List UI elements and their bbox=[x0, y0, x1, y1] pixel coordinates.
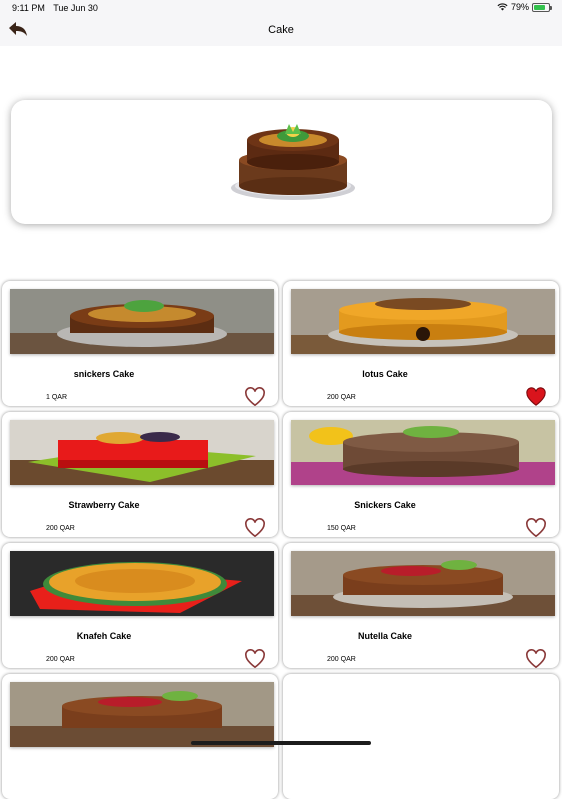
product-image bbox=[291, 289, 555, 354]
product-name: snickers Cake bbox=[73, 369, 135, 379]
product-card[interactable] bbox=[283, 674, 559, 799]
product-name: Knafeh Cake bbox=[76, 631, 132, 641]
favorite-heart-icon[interactable] bbox=[525, 387, 547, 406]
status-bar: 9:11 PM Tue Jun 30 79% bbox=[0, 0, 562, 16]
product-price: 200 QAR bbox=[327, 394, 356, 401]
product-card[interactable]: Knafeh Cake 200 QAR bbox=[2, 543, 278, 668]
product-price: 200 QAR bbox=[46, 525, 75, 532]
featured-cake-banner bbox=[11, 100, 552, 224]
product-image bbox=[10, 289, 274, 354]
product-image bbox=[291, 551, 555, 616]
favorite-heart-icon[interactable] bbox=[525, 518, 547, 537]
product-image bbox=[10, 682, 274, 747]
product-price: 200 QAR bbox=[327, 656, 356, 663]
product-price: 1 QAR bbox=[46, 394, 68, 401]
favorite-heart-icon[interactable] bbox=[244, 649, 266, 668]
home-indicator[interactable] bbox=[191, 741, 371, 745]
product-name: lotus Cake bbox=[362, 369, 408, 379]
product-card[interactable]: snickers Cake 1 QAR bbox=[2, 281, 278, 406]
product-name: Strawberry Cake bbox=[68, 500, 140, 510]
navigation-bar: Cake bbox=[0, 16, 562, 46]
page-title: Cake bbox=[268, 24, 294, 36]
battery-icon bbox=[532, 2, 552, 12]
product-price: 200 QAR bbox=[46, 656, 75, 663]
product-name: Snickers Cake bbox=[354, 500, 416, 510]
product-card[interactable]: Strawberry Cake 200 QAR bbox=[2, 412, 278, 537]
status-date: Tue Jun 30 bbox=[53, 3, 98, 13]
product-image bbox=[10, 420, 274, 485]
product-image bbox=[10, 551, 274, 616]
product-image bbox=[291, 420, 555, 485]
product-price: 150 QAR bbox=[327, 525, 356, 532]
favorite-heart-icon[interactable] bbox=[244, 518, 266, 537]
product-name: Nutella Cake bbox=[357, 631, 413, 641]
status-time: 9:11 PM bbox=[12, 3, 45, 13]
favorite-heart-icon[interactable] bbox=[244, 387, 266, 406]
product-card[interactable]: Snickers Cake 150 QAR bbox=[283, 412, 559, 537]
favorite-heart-icon[interactable] bbox=[525, 649, 547, 668]
featured-cake-image bbox=[231, 124, 355, 200]
product-card[interactable]: Nutella Cake 200 QAR bbox=[283, 543, 559, 668]
product-card[interactable] bbox=[2, 674, 278, 799]
wifi-icon bbox=[497, 3, 508, 11]
battery-percent: 79% bbox=[510, 2, 529, 12]
product-card[interactable]: lotus Cake 200 QAR bbox=[283, 281, 559, 406]
